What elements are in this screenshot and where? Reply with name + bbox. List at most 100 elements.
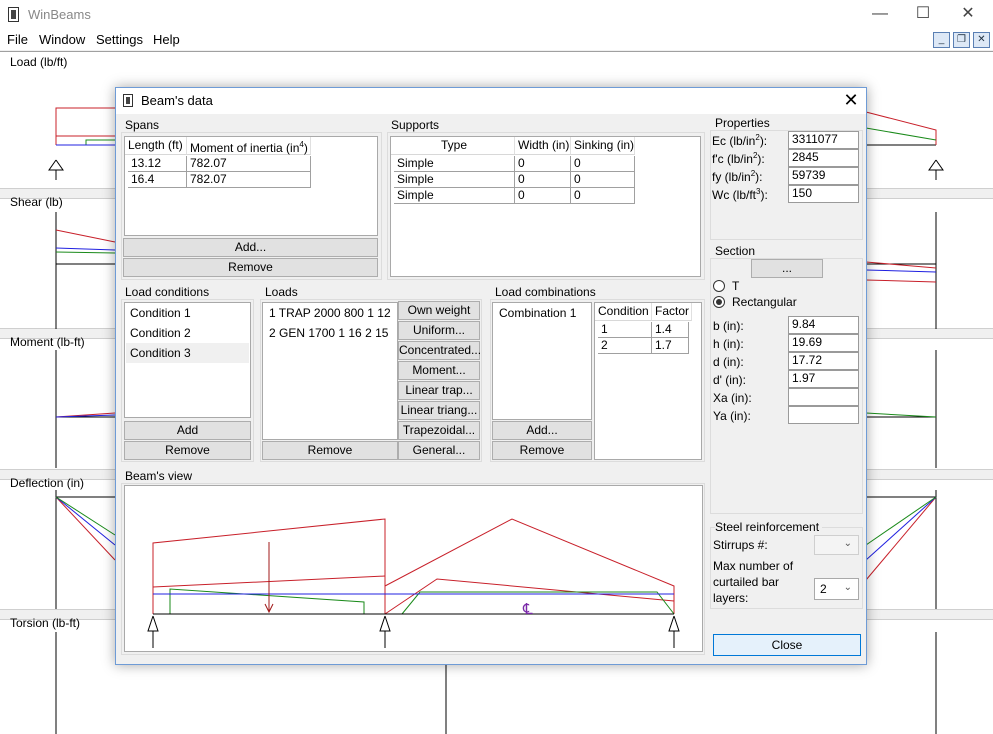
load-conditions-add-button[interactable]: Add (124, 421, 251, 440)
b-input[interactable]: 9.84 (788, 316, 859, 334)
spans-label: Spans (125, 118, 163, 132)
section-picker-button[interactable]: ... (751, 259, 823, 278)
combination-condition-cell[interactable]: 1 (598, 322, 652, 338)
list-item[interactable]: Condition 2 (130, 326, 191, 340)
linear-triang-button[interactable]: Linear triang... (398, 401, 480, 420)
col-factor[interactable]: Factor (652, 303, 692, 321)
dialog-title-bar: Beam's data ✕ (116, 88, 866, 114)
span-length-cell[interactable]: 16.4 (128, 172, 187, 188)
load-combinations-label: Load combinations (495, 285, 599, 299)
supports-col-sinking[interactable]: Sinking (in) (571, 137, 635, 155)
support-sinking-cell[interactable]: 0 (571, 172, 635, 188)
supports-col-width[interactable]: Width (in) (515, 137, 571, 155)
support-type-cell[interactable]: Simple (394, 156, 515, 172)
linear-trap-button[interactable]: Linear trap... (398, 381, 480, 400)
radio-rectangular[interactable] (713, 296, 725, 308)
h-label: h (in): (713, 337, 744, 351)
loads-remove-button[interactable]: Remove (262, 441, 398, 460)
support-width-cell[interactable]: 0 (515, 172, 571, 188)
support-arrow (668, 615, 680, 632)
loads-label: Loads (265, 285, 301, 299)
beams-view-label: Beam's view (125, 469, 195, 483)
steel-reinforcement-label: Steel reinforcement (715, 520, 823, 534)
own-weight-button[interactable]: Own weight (398, 301, 480, 320)
spans-remove-button[interactable]: Remove (123, 258, 378, 277)
fc-label: f'c (lb/in2): (712, 151, 765, 166)
spans-col-inertia[interactable]: Moment of inertia (in4) (187, 137, 311, 155)
uniform-button[interactable]: Uniform... (398, 321, 480, 340)
moment-button[interactable]: Moment... (398, 361, 480, 380)
trapezoidal-button[interactable]: Trapezoidal... (398, 421, 480, 440)
span-inertia-cell[interactable]: 782.07 (187, 172, 311, 188)
d-prime-label: d' (in): (713, 373, 746, 387)
support-type-cell[interactable]: Simple (394, 188, 515, 204)
list-item-selected[interactable]: Condition 3 (130, 346, 191, 360)
close-button[interactable]: Close (713, 634, 861, 656)
ec-label: Ec (lb/in2): (712, 133, 768, 148)
d-prime-input[interactable]: 1.97 (788, 370, 859, 388)
list-item[interactable]: 2 GEN 1700 1 16 2 15 (269, 326, 388, 340)
combinations-list[interactable]: Combination 1 (492, 302, 592, 420)
ya-label: Ya (in): (713, 409, 751, 423)
stirrups-select[interactable]: ⌄ (814, 535, 859, 555)
combination-factor-cell[interactable]: 1.4 (652, 322, 689, 338)
ec-input[interactable]: 3311077 (788, 131, 859, 149)
stirrups-label: Stirrups #: (713, 538, 768, 552)
combinations-remove-button[interactable]: Remove (492, 441, 592, 460)
chevron-down-icon: ⌄ (843, 538, 852, 549)
beams-data-dialog: Beam's data ✕ Spans Length (ft) Moment o… (115, 87, 867, 665)
radio-t[interactable] (713, 280, 725, 292)
support-arrow (147, 615, 159, 632)
load-conditions-label: Load conditions (125, 285, 213, 299)
xa-input[interactable] (788, 388, 859, 406)
max-curtailed-label-line1: Max number of (713, 559, 794, 573)
support-width-cell[interactable]: 0 (515, 156, 571, 172)
fy-label: fy (lb/in2): (712, 169, 763, 184)
h-input[interactable]: 19.69 (788, 334, 859, 352)
radio-rectangular-label[interactable]: Rectangular (732, 295, 797, 309)
fy-input[interactable]: 59739 (788, 167, 859, 185)
green-load-shape (169, 588, 365, 614)
dialog-icon (123, 94, 133, 107)
col-condition[interactable]: Condition (595, 303, 652, 321)
green-load-shape-2 (401, 591, 675, 615)
xa-label: Xa (in): (713, 391, 752, 405)
support-type-cell[interactable]: Simple (394, 172, 515, 188)
list-item[interactable]: 1 TRAP 2000 800 1 12 (269, 306, 391, 320)
beams-view-canvas: ℄ (124, 485, 703, 652)
concentrated-button[interactable]: Concentrated... (398, 341, 481, 360)
spans-add-button[interactable]: Add... (123, 238, 378, 257)
wc-input[interactable]: 150 (788, 185, 859, 203)
general-button[interactable]: General... (398, 441, 480, 460)
combinations-add-button[interactable]: Add... (492, 421, 592, 440)
section-label: Section (715, 244, 759, 258)
spans-grid[interactable]: Length (ft) Moment of inertia (in4) 13.1… (124, 136, 378, 236)
max-curtailed-label-line3: layers: (713, 591, 749, 605)
curtailed-layers-select[interactable]: 2 ⌄ (814, 578, 859, 600)
dialog-title: Beam's data (141, 93, 213, 108)
combination-condition-cell[interactable]: 2 (598, 338, 652, 354)
combination-factor-cell[interactable]: 1.7 (652, 338, 689, 354)
support-width-cell[interactable]: 0 (515, 188, 571, 204)
radio-t-label[interactable]: T (732, 279, 739, 293)
list-item[interactable]: Condition 1 (130, 306, 191, 320)
loads-list[interactable]: 1 TRAP 2000 800 1 12 2 GEN 1700 1 16 2 1… (262, 302, 398, 440)
load-conditions-list[interactable]: Condition 1 Condition 2 Condition 3 (124, 302, 251, 418)
list-item[interactable]: Combination 1 (499, 306, 576, 320)
span-inertia-cell[interactable]: 782.07 (187, 156, 311, 172)
load-conditions-remove-button[interactable]: Remove (124, 441, 251, 460)
supports-col-type[interactable]: Type (391, 137, 515, 155)
combination-factors-grid[interactable]: Condition Factor 1 1.4 2 1.7 (594, 302, 702, 460)
b-label: b (in): (713, 319, 744, 333)
fc-input[interactable]: 2845 (788, 149, 859, 167)
support-sinking-cell[interactable]: 0 (571, 188, 635, 204)
span-length-cell[interactable]: 13.12 (128, 156, 187, 172)
supports-grid[interactable]: Type Width (in) Sinking (in) Simple 0 0 … (390, 136, 701, 277)
spans-col-length[interactable]: Length (ft) (125, 137, 187, 155)
d-input[interactable]: 17.72 (788, 352, 859, 370)
dialog-close-icon[interactable]: ✕ (837, 89, 865, 113)
max-curtailed-label-line2: curtailed bar (713, 575, 780, 589)
ya-input[interactable] (788, 406, 859, 424)
support-arrow (379, 615, 391, 632)
support-sinking-cell[interactable]: 0 (571, 156, 635, 172)
